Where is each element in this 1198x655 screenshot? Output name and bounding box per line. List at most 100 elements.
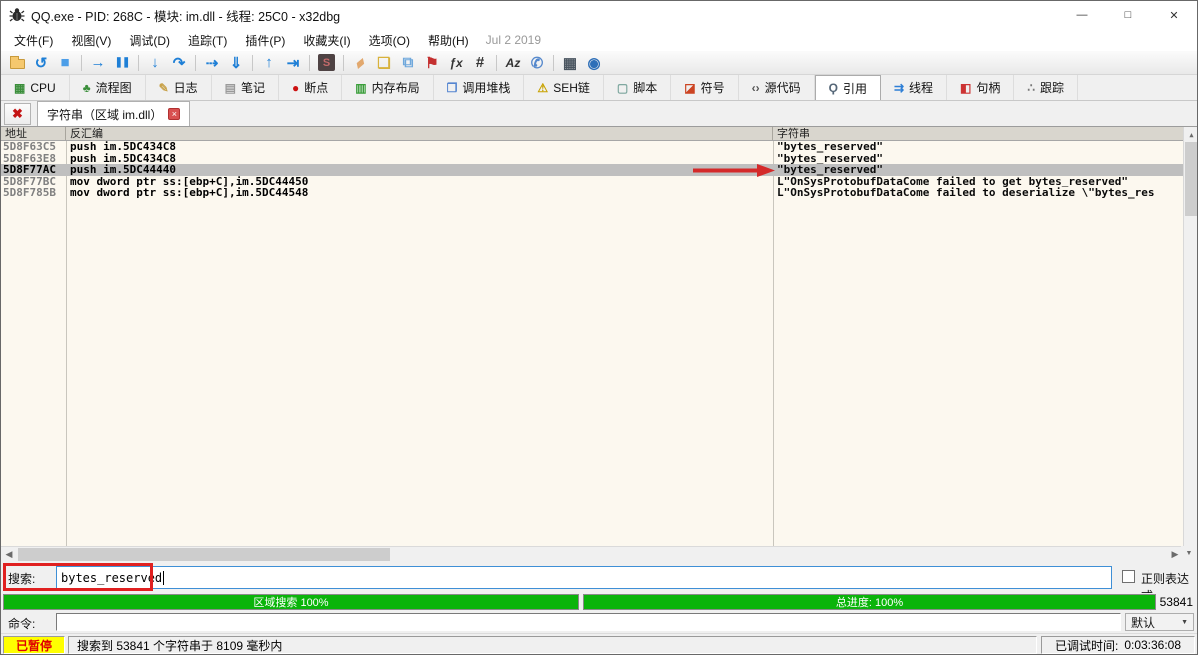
function-icon[interactable]: ƒx: [444, 52, 468, 74]
execute-till-return-icon[interactable]: ⇓: [224, 52, 248, 74]
tab-source-icon: ‹›: [752, 81, 760, 95]
menu-item[interactable]: 视图(V): [62, 29, 120, 52]
address-cell: 5D8F63C5: [1, 141, 66, 153]
search-input[interactable]: bytes_reserved: [56, 566, 1112, 589]
column-header-string[interactable]: 字符串: [773, 127, 1183, 140]
menu-item[interactable]: 选项(O): [360, 29, 419, 52]
tab-graph[interactable]: ♣流程图: [70, 75, 146, 100]
tab-cpu[interactable]: ▦CPU: [1, 75, 70, 100]
device-icon[interactable]: ✆: [525, 52, 549, 74]
table-row[interactable]: 5D8F77BCmov dword ptr ss:[ebp+C],im.5DC4…: [1, 176, 1183, 188]
string-text: ": [1121, 176, 1128, 188]
pause-icon[interactable]: ❚❚: [110, 52, 134, 74]
seh-s-icon[interactable]: S: [318, 54, 335, 71]
debug-time-panel: 已调试时间: 0:03:36:08: [1041, 636, 1195, 654]
regex-checkbox[interactable]: [1122, 570, 1135, 583]
menu-bar: 文件(F)视图(V)调试(D)追踪(T)插件(P)收藏夹(I)选项(O)帮助(H…: [1, 29, 1197, 51]
run-to-user-code-icon[interactable]: ⇥: [281, 52, 305, 74]
case-icon[interactable]: Az: [501, 52, 525, 74]
tab-close-icon[interactable]: ×: [168, 108, 180, 120]
restart-icon[interactable]: ↺: [29, 52, 53, 74]
scroll-up-icon[interactable]: ▲: [1184, 127, 1198, 142]
run-icon[interactable]: →: [86, 52, 110, 74]
strings-reference-tab[interactable]: 字符串（区域 im.dll） ×: [37, 101, 190, 126]
tab-source[interactable]: ‹›源代码: [739, 75, 815, 100]
step-over-icon[interactable]: ↷: [167, 52, 191, 74]
minimize-button[interactable]: —: [1059, 1, 1105, 29]
vertical-scroll-thumb[interactable]: [1185, 142, 1198, 216]
menu-item[interactable]: 追踪(T): [179, 29, 236, 52]
tab-script[interactable]: ▢脚本: [604, 75, 671, 100]
folder-glyph: [10, 59, 25, 69]
build-date: Jul 2 2019: [486, 33, 541, 47]
search-match-highlight: bytes_reserved: [784, 141, 877, 153]
tab-label: 断点: [304, 79, 328, 96]
tab-call-stack[interactable]: ❐调用堆栈: [434, 75, 525, 100]
bookmark-icon[interactable]: ⚑: [420, 52, 444, 74]
address-cell: 5D8F77AC: [1, 164, 66, 176]
open-file-icon[interactable]: [5, 52, 29, 74]
command-row: 命令: 默认 ▼: [1, 611, 1197, 633]
string-text: ": [777, 153, 784, 165]
column-header-address[interactable]: 地址: [1, 127, 66, 140]
horizontal-scroll-thumb[interactable]: [18, 548, 390, 561]
step-out-icon[interactable]: ↑: [257, 52, 281, 74]
command-profile-dropdown[interactable]: 默认 ▼: [1125, 613, 1194, 631]
horizontal-scrollbar[interactable]: ◀ ▶: [1, 546, 1183, 561]
command-input[interactable]: [56, 613, 1121, 631]
globe-icon[interactable]: ◉: [582, 52, 606, 74]
title-bar: QQ.exe - PID: 268C - 模块: im.dll - 线程: 25…: [1, 1, 1197, 29]
column-header-disassembly[interactable]: 反汇编: [66, 127, 773, 140]
close-reference-button[interactable]: ✖: [4, 103, 31, 125]
disassembly-cell: mov dword ptr ss:[ebp+C],im.5DC44450: [66, 176, 773, 188]
menu-item[interactable]: 调试(D): [120, 29, 179, 52]
tab-breakpoints[interactable]: ● 断点: [279, 75, 342, 100]
tab-handles-icon: ◧: [960, 81, 971, 95]
tab-label: 流程图: [96, 79, 132, 96]
tab-references[interactable]: Ϙ引用: [815, 75, 881, 100]
stop-icon[interactable]: ■: [53, 52, 77, 74]
string-cell: "bytes_reserved": [773, 164, 1183, 176]
tab-memory-map-icon: ▥: [355, 81, 366, 95]
tab-seh-chain[interactable]: ⚠SEH链: [524, 75, 603, 100]
toolbar-separator: [496, 55, 497, 71]
label-icon[interactable]: ⧉: [396, 52, 420, 74]
debugger-state-badge: 已暂停: [3, 636, 65, 654]
tab-notes[interactable]: ▤笔记: [212, 75, 279, 100]
tab-memory-map[interactable]: ▥内存布局: [342, 75, 433, 100]
string-cell: L"OnSysProtobufDataCome failed to deseri…: [773, 187, 1183, 199]
disassembly-cell: push im.5DC44440: [66, 164, 773, 176]
tab-label: 笔记: [241, 79, 265, 96]
tab-trace[interactable]: ∴跟踪: [1014, 75, 1078, 100]
search-label: 搜索:: [8, 570, 35, 587]
scroll-down-icon[interactable]: ▼: [1181, 546, 1197, 561]
bug-app-icon: [9, 7, 25, 23]
run-to-selection-icon[interactable]: ⇢: [200, 52, 224, 74]
tab-symbols[interactable]: ◪符号: [671, 75, 738, 100]
table-row[interactable]: 5D8F785Bmov dword ptr ss:[ebp+C],im.5DC4…: [1, 187, 1183, 199]
tab-handles[interactable]: ◧句柄: [947, 75, 1014, 100]
tab-log[interactable]: ✎日志: [146, 75, 212, 100]
table-row[interactable]: 5D8F63E8push im.5DC434C8"bytes_reserved": [1, 153, 1183, 165]
table-row[interactable]: 5D8F63C5push im.5DC434C8"bytes_reserved": [1, 141, 1183, 153]
scroll-left-icon[interactable]: ◀: [1, 547, 17, 562]
string-text: ": [876, 141, 883, 153]
menu-item[interactable]: 收藏夹(I): [294, 29, 359, 52]
tab-threads[interactable]: ⇉线程: [881, 75, 947, 100]
vertical-scrollbar[interactable]: ▲: [1183, 127, 1198, 546]
menu-item[interactable]: 插件(P): [236, 29, 294, 52]
column-divider: [773, 141, 774, 546]
menu-item[interactable]: 文件(F): [5, 29, 62, 52]
tab-breakpoints-icon: ●: [292, 81, 299, 95]
close-button[interactable]: ✕: [1151, 1, 1197, 29]
memory-hash-icon[interactable]: #: [468, 52, 492, 74]
string-cell: "bytes_reserved": [773, 141, 1183, 153]
progress-row: 区域搜索 100% 总进度: 100% 53841: [1, 593, 1197, 611]
string-text: L"OnSysProtobufDataCome failed to deseri…: [777, 187, 1095, 199]
calculator-icon[interactable]: ▦: [558, 52, 582, 74]
maximize-button[interactable]: □: [1105, 1, 1151, 29]
step-into-icon[interactable]: ↓: [143, 52, 167, 74]
table-row[interactable]: 5D8F77ACpush im.5DC44440"bytes_reserved": [1, 164, 1183, 176]
string-text: L"OnSysProtobufDataCome failed to get: [777, 176, 1029, 188]
menu-item[interactable]: 帮助(H): [419, 29, 478, 52]
